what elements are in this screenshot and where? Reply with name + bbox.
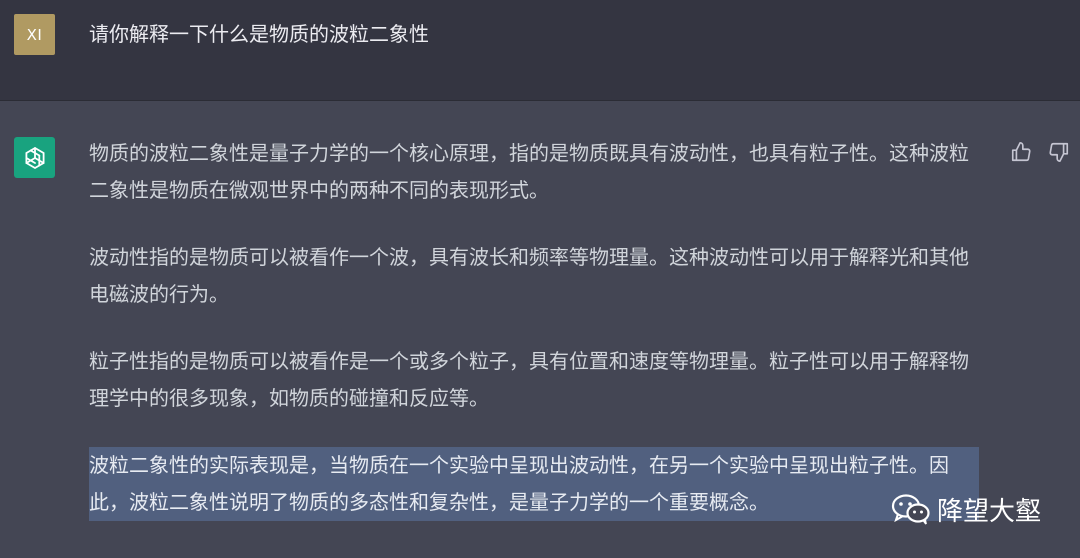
user-message-text: 请你解释一下什么是物质的波粒二象性 <box>89 22 429 46</box>
user-avatar-initials: XI <box>26 25 43 44</box>
answer-paragraph-2: 波动性指的是物质可以被看作一个波，具有波长和频率等物理量。这种波动性可以用于解释… <box>89 245 969 306</box>
user-avatar: XI <box>14 14 55 55</box>
answer-paragraph-4-selected: 波粒二象性的实际表现是，当物质在一个实验中呈现出波动性，在另一个实验中呈现出粒子… <box>89 447 979 521</box>
assistant-answer: 物质的波粒二象性是量子力学的一个核心原理，指的是物质既具有波动性，也具有粒子性。… <box>89 135 989 551</box>
watermark: 降望大壑 <box>891 489 1041 529</box>
watermark-text: 降望大壑 <box>937 496 1042 527</box>
thumbs-down-icon[interactable] <box>1048 141 1070 163</box>
answer-paragraph-3: 粒子性指的是物质可以被看作是一个或多个粒子，具有位置和速度等物理量。粒子性可以用… <box>89 349 969 410</box>
openai-logo-icon <box>14 137 55 178</box>
user-message-row: XI 请你解释一下什么是物质的波粒二象性 <box>0 0 1080 101</box>
wechat-icon <box>891 494 930 525</box>
answer-paragraph-1: 物质的波粒二象性是量子力学的一个核心原理，指的是物质既具有波动性，也具有粒子性。… <box>89 141 969 202</box>
thumbs-up-icon[interactable] <box>1010 141 1032 163</box>
openai-logo-svg <box>25 146 44 169</box>
chat-page: XI 请你解释一下什么是物质的波粒二象性 物质的波粒二象性是量子力学的一个核心原… <box>0 0 1080 558</box>
